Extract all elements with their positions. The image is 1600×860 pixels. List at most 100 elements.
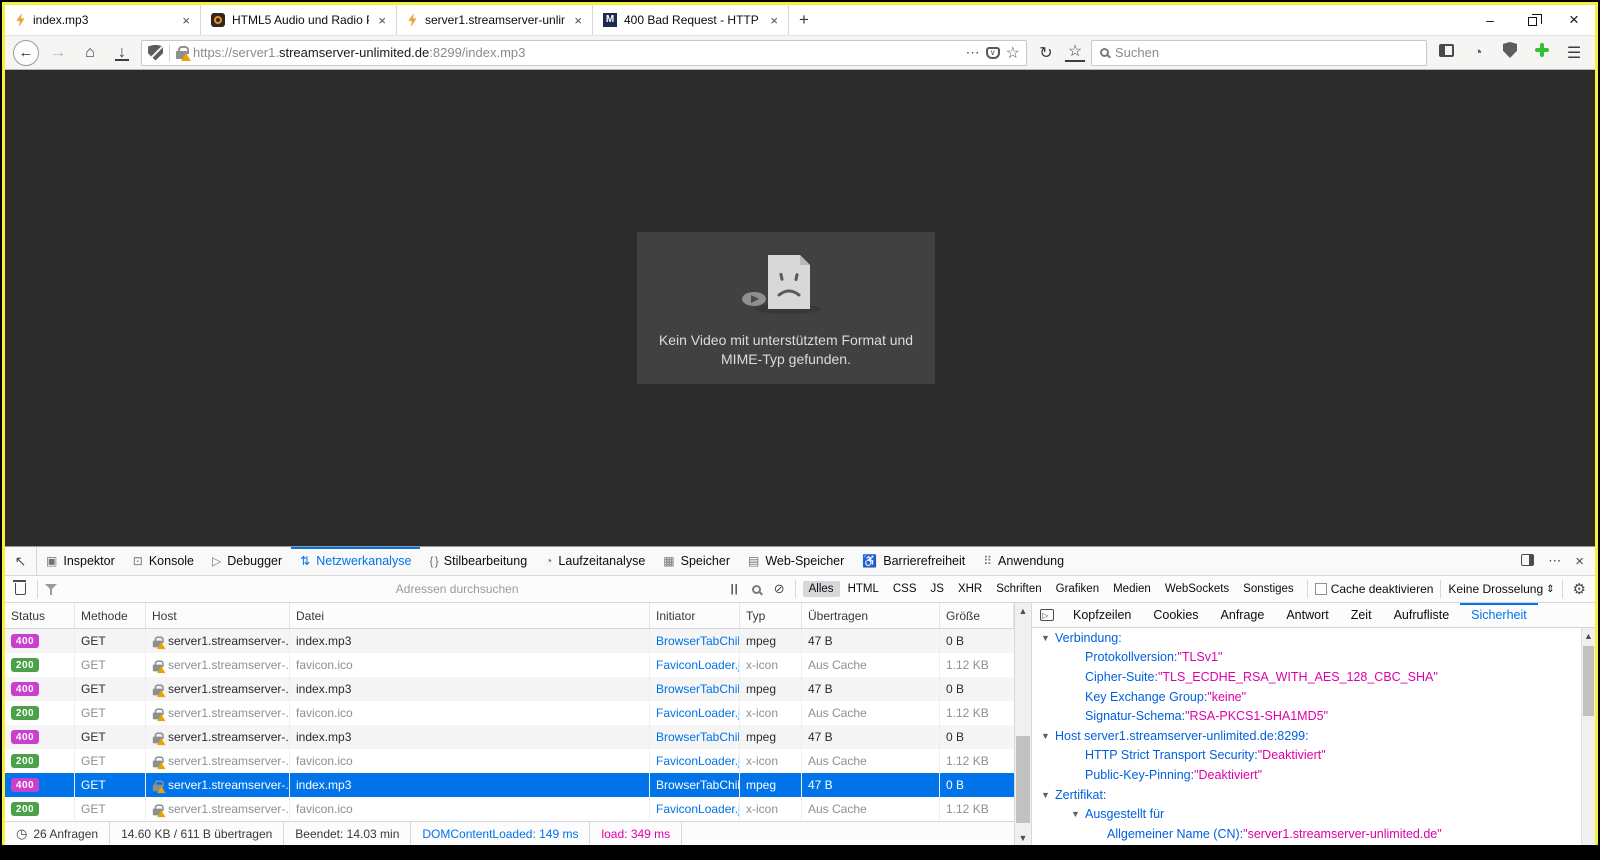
column-header[interactable]: Host	[146, 603, 290, 628]
domcontentloaded-time[interactable]: DOMContentLoaded: 149 ms	[411, 822, 590, 845]
browser-tab[interactable]: 400 Bad Request - HTTP | MDN ×	[593, 5, 789, 35]
security-tree-row[interactable]: ▼ Verbindung:	[1032, 628, 1581, 648]
addon-circle-button[interactable]: ◔	[1465, 44, 1491, 61]
request-row[interactable]: 200 GET server1.streamserver-... favicon…	[5, 653, 1014, 677]
request-type-filter[interactable]: Alles	[803, 581, 840, 597]
url-text[interactable]: https://server1.streamserver-unlimited.d…	[193, 45, 960, 60]
request-row[interactable]: 400 GET server1.streamserver-... index.m…	[5, 629, 1014, 653]
column-header[interactable]: Übertragen	[802, 603, 940, 628]
details-tab[interactable]: Cookies	[1142, 603, 1209, 627]
browser-tab[interactable]: HTML5 Audio und Radio Player ×	[201, 5, 397, 35]
security-tree-row[interactable]: Allgemeiner Name (CN): "server1.streamse…	[1032, 824, 1581, 844]
details-tab[interactable]: Anfrage	[1210, 603, 1276, 627]
browser-tab[interactable]: index.mp3 ×	[5, 5, 201, 35]
request-type-filter[interactable]: Medien	[1107, 581, 1157, 597]
browser-tab[interactable]: server1.streamserver-unlimited ×	[397, 5, 593, 35]
column-header[interactable]: Größe	[940, 603, 1014, 628]
back-button[interactable]: ←	[13, 40, 39, 66]
devtools-tab[interactable]: Speicher	[654, 547, 739, 575]
tab-close-icon[interactable]: ×	[768, 13, 780, 28]
column-header[interactable]: Initiator	[650, 603, 740, 628]
details-tab[interactable]: Antwort	[1275, 603, 1339, 627]
twisty-icon[interactable]: ▼	[1040, 731, 1051, 741]
request-row[interactable]: 400 GET server1.streamserver-... index.m…	[5, 725, 1014, 749]
addon-green-button[interactable]	[1529, 43, 1555, 62]
request-type-filter[interactable]: XHR	[952, 581, 988, 597]
request-type-filter[interactable]: Sonstiges	[1237, 581, 1300, 597]
throttling-dropdown[interactable]: Keine Drosselung ⇕	[1448, 582, 1554, 596]
menu-button[interactable]: ☰	[1561, 43, 1587, 63]
reload-button[interactable]: ↻	[1033, 43, 1059, 63]
library-button[interactable]: ☆	[1065, 44, 1085, 62]
close-button[interactable]: ×	[1553, 5, 1595, 35]
pocket-icon[interactable]: ∨	[986, 47, 1000, 59]
scrollbar-thumb[interactable]	[1583, 646, 1594, 716]
details-scrollbar[interactable]: ▲	[1581, 628, 1595, 845]
devtools-menu-button[interactable]: ⋯	[1543, 553, 1566, 569]
request-row[interactable]: 200 GET server1.streamserver-... favicon…	[5, 701, 1014, 725]
devtools-tab[interactable]: Konsole	[124, 547, 203, 575]
request-type-filter[interactable]: Schriften	[990, 581, 1047, 597]
request-type-filter[interactable]: WebSockets	[1159, 581, 1235, 597]
security-tree-row[interactable]: HTTP Strict Transport Security: "Deaktiv…	[1032, 746, 1581, 766]
column-header[interactable]: Methode	[75, 603, 146, 628]
scroll-up-arrow-icon[interactable]: ▲	[1015, 603, 1031, 618]
load-time[interactable]: load: 349 ms	[590, 822, 682, 845]
devtools-tab[interactable]: Laufzeitanalyse	[536, 547, 654, 575]
devtools-tab[interactable]: Barrierefreiheit	[853, 547, 974, 575]
sidebars-button[interactable]	[1433, 44, 1459, 62]
minimize-button[interactable]: –	[1469, 5, 1511, 35]
request-list-scrollbar[interactable]: ▲ ▼	[1014, 603, 1031, 845]
lock-warning-icon[interactable]	[176, 51, 187, 59]
column-header[interactable]: Typ	[740, 603, 802, 628]
initiator-link[interactable]: FaviconLoader.j...	[650, 701, 740, 725]
disable-cache-checkbox[interactable]: Cache deaktivieren	[1315, 582, 1434, 596]
filter-urls-input[interactable]: Adressen durchsuchen	[396, 582, 721, 596]
bookmark-star-icon[interactable]: ☆	[1006, 43, 1020, 63]
security-tree-row[interactable]: ▼ Host server1.streamserver-unlimited.de…	[1032, 726, 1581, 746]
page-actions-icon[interactable]: ⋯	[966, 44, 980, 61]
restore-button[interactable]	[1511, 5, 1553, 35]
request-row[interactable]: 200 GET server1.streamserver-... favicon…	[5, 749, 1014, 773]
downloads-button[interactable]: ↓	[109, 44, 135, 62]
initiator-link[interactable]: BrowserTabChil...	[650, 773, 740, 797]
initiator-link[interactable]: FaviconLoader.j...	[650, 797, 740, 821]
request-type-filter[interactable]: Grafiken	[1050, 581, 1105, 597]
twisty-icon[interactable]: ▼	[1040, 633, 1051, 643]
devtools-tab[interactable]: Debugger	[203, 547, 291, 575]
request-type-filter[interactable]: JS	[925, 581, 950, 597]
search-box[interactable]: Suchen	[1091, 40, 1427, 66]
details-tab[interactable]: Aufrufliste	[1383, 603, 1461, 627]
pick-element-button[interactable]: ↖	[5, 547, 37, 575]
block-requests-icon[interactable]: ⊘	[771, 581, 788, 597]
initiator-link[interactable]: BrowserTabChil...	[650, 677, 740, 701]
twisty-icon[interactable]: ▼	[1040, 790, 1051, 800]
details-tab[interactable]: Kopfzeilen	[1062, 603, 1142, 627]
details-tab[interactable]: Sicherheit	[1460, 603, 1538, 627]
devtools-close-button[interactable]: ×	[1570, 553, 1589, 570]
request-type-filter[interactable]: CSS	[887, 581, 923, 597]
new-tab-button[interactable]: +	[789, 5, 819, 35]
request-row[interactable]: 200 GET server1.streamserver-... favicon…	[5, 797, 1014, 821]
tab-close-icon[interactable]: ×	[376, 13, 388, 28]
collapse-details-button[interactable]: ▷	[1032, 603, 1062, 627]
security-tree-row[interactable]: Signatur-Schema: "RSA-PKCS1-SHA1MD5"	[1032, 706, 1581, 726]
search-requests-icon[interactable]	[749, 582, 764, 597]
home-button[interactable]: ⌂	[77, 44, 103, 62]
security-tree-row[interactable]: Public-Key-Pinning: "Deaktiviert"	[1032, 765, 1581, 785]
request-type-filter[interactable]: HTML	[842, 581, 885, 597]
details-tab[interactable]: Zeit	[1340, 603, 1383, 627]
devtools-tab[interactable]: Web-Speicher	[739, 547, 853, 575]
twisty-icon[interactable]: ▼	[1070, 809, 1081, 819]
request-row[interactable]: 400 GET server1.streamserver-... index.m…	[5, 677, 1014, 701]
addon-shield-button[interactable]	[1497, 42, 1523, 63]
tab-close-icon[interactable]: ×	[572, 13, 584, 28]
url-bar[interactable]: https://server1.streamserver-unlimited.d…	[141, 40, 1027, 66]
tracking-protection-icon[interactable]	[148, 45, 163, 61]
security-tree-row[interactable]: ▼ Zertifikat:	[1032, 785, 1581, 805]
initiator-link[interactable]: FaviconLoader.j...	[650, 749, 740, 773]
clear-requests-icon[interactable]	[15, 583, 26, 595]
security-tree-row[interactable]: Cipher-Suite: "TLS_ECDHE_RSA_WITH_AES_12…	[1032, 667, 1581, 687]
tab-close-icon[interactable]: ×	[180, 13, 192, 28]
security-tree-row[interactable]: Key Exchange Group: "keine"	[1032, 687, 1581, 707]
